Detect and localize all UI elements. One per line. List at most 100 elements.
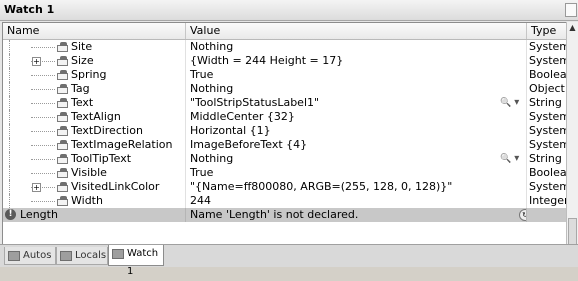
- row-name: Spring: [71, 68, 107, 81]
- type-cell: Integer: [527, 194, 567, 208]
- name-cell[interactable]: + Size: [3, 54, 186, 68]
- row-type: Boolean: [529, 166, 567, 179]
- tree-line: [9, 110, 11, 124]
- value-cell[interactable]: Nothing: [186, 40, 527, 54]
- name-cell[interactable]: Tag: [3, 82, 186, 96]
- row-value: Horizontal {1}: [190, 124, 271, 137]
- tab-label: Autos: [23, 250, 52, 261]
- name-cell[interactable]: Text: [3, 96, 186, 110]
- row-name: Size: [71, 54, 94, 67]
- table-row[interactable]: + Size {Width = 244 Height = 17} System.D: [3, 54, 567, 68]
- row-name: Site: [71, 40, 93, 53]
- table-row[interactable]: Visible True Boolean: [3, 166, 567, 180]
- bottom-tabs: Autos Locals Watch 1: [0, 244, 578, 277]
- table-row[interactable]: TextImageRelation ImageBeforeText {4} Syst…: [3, 138, 567, 152]
- window-title: Watch 1: [4, 3, 55, 16]
- row-name: Visible: [71, 166, 107, 179]
- expand-icon[interactable]: +: [32, 57, 41, 66]
- pin-icon[interactable]: [565, 3, 577, 17]
- property-icon: [57, 140, 69, 150]
- chevron-down-icon: ▾: [514, 153, 520, 164]
- row-value: {Width = 244 Height = 17}: [190, 54, 344, 67]
- name-cell[interactable]: ! Length: [3, 208, 186, 222]
- row-name: Tag: [71, 82, 90, 95]
- tab-locals[interactable]: Locals: [56, 247, 108, 265]
- name-cell[interactable]: + VisitedLinkColor: [3, 180, 186, 194]
- name-cell[interactable]: Visible: [3, 166, 186, 180]
- value-cell[interactable]: Name 'Length' is not declared. ↻: [186, 208, 527, 222]
- value-cell[interactable]: "ToolStripStatusLabel1" 🔍 ▾: [186, 96, 527, 110]
- visualizer-button[interactable]: 🔍 ▾: [500, 152, 519, 166]
- tab-watch-1[interactable]: Watch 1: [108, 245, 164, 277]
- row-type: Integer: [529, 194, 567, 207]
- table-row[interactable]: Text "ToolStripStatusLabel1" 🔍 ▾ String: [3, 96, 567, 110]
- tab-label: Locals: [75, 250, 107, 261]
- tree-line: [9, 54, 11, 68]
- tree-branch-line: [31, 103, 55, 105]
- column-header-value[interactable]: Value: [186, 23, 527, 39]
- name-cell[interactable]: ToolTipText: [3, 152, 186, 166]
- column-header-type[interactable]: Type: [527, 23, 567, 39]
- tree-branch-line: [31, 145, 55, 147]
- name-cell[interactable]: TextAlign: [3, 110, 186, 124]
- row-value: MiddleCenter {32}: [190, 110, 295, 123]
- column-header-name[interactable]: Name: [3, 23, 186, 39]
- window-titlebar: Watch 1: [0, 0, 578, 21]
- visualizer-button[interactable]: 🔍 ▾: [500, 96, 519, 110]
- value-cell[interactable]: "{Name=ff800080, ARGB=(255, 128, 0, 128)…: [186, 180, 527, 194]
- watch-grid: Name Value Type Site Nothing System.C + Size…: [2, 22, 568, 262]
- tree-line: [9, 68, 11, 82]
- row-value: Nothing: [190, 152, 234, 165]
- table-row[interactable]: TextAlign MiddleCenter {32} System.D: [3, 110, 567, 124]
- table-row[interactable]: Spring True Boolean: [3, 68, 567, 82]
- value-cell[interactable]: Horizontal {1}: [186, 124, 527, 138]
- tree-line: [9, 124, 11, 138]
- watch-window: Watch 1 Name Value Type Site Nothing Syste…: [0, 0, 578, 277]
- property-icon: [57, 182, 69, 192]
- table-row[interactable]: Width 244 Integer: [3, 194, 567, 208]
- scroll-up-icon[interactable]: ▲: [567, 22, 578, 34]
- tree-line: [9, 166, 11, 180]
- table-row[interactable]: TextDirection Horizontal {1} System.W: [3, 124, 567, 138]
- type-cell: System.D: [527, 54, 567, 68]
- tree-branch-line: [31, 131, 55, 133]
- tree-line: [9, 82, 11, 96]
- row-type: System.D: [529, 54, 567, 67]
- value-cell[interactable]: True: [186, 166, 527, 180]
- row-type: System.D: [529, 180, 567, 193]
- value-cell[interactable]: Nothing: [186, 82, 527, 96]
- name-cell[interactable]: Spring: [3, 68, 186, 82]
- tree-branch-line: [31, 159, 55, 161]
- property-icon: [57, 168, 69, 178]
- tree-branch-line: [31, 75, 55, 77]
- name-cell[interactable]: TextDirection: [3, 124, 186, 138]
- name-cell[interactable]: Width: [3, 194, 186, 208]
- row-type: Boolean: [529, 68, 567, 81]
- name-cell[interactable]: Site: [3, 40, 186, 54]
- name-cell[interactable]: TextImageRelation: [3, 138, 186, 152]
- tab-autos[interactable]: Autos: [4, 247, 56, 265]
- table-row[interactable]: + VisitedLinkColor "{Name=ff800080, ARGB=(…: [3, 180, 567, 194]
- vertical-scrollbar[interactable]: ▲ ▼: [566, 22, 578, 260]
- value-cell[interactable]: 244: [186, 194, 527, 208]
- table-row[interactable]: Tag Nothing Object: [3, 82, 567, 96]
- value-cell[interactable]: True: [186, 68, 527, 82]
- refresh-icon[interactable]: ↻: [519, 209, 526, 221]
- table-row[interactable]: Site Nothing System.C: [3, 40, 567, 54]
- expand-icon[interactable]: +: [32, 183, 41, 192]
- tree-branch-line: [31, 47, 55, 49]
- watch-error-row[interactable]: ! Length Name 'Length' is not declared. ↻: [3, 208, 567, 222]
- row-type: String: [529, 96, 562, 109]
- type-cell: Object: [527, 82, 567, 96]
- type-cell: System.C: [527, 40, 567, 54]
- property-icon: [57, 196, 69, 206]
- value-cell[interactable]: MiddleCenter {32}: [186, 110, 527, 124]
- value-cell[interactable]: {Width = 244 Height = 17}: [186, 54, 527, 68]
- table-row[interactable]: ToolTipText Nothing 🔍 ▾ String: [3, 152, 567, 166]
- row-type: System.W: [529, 124, 567, 137]
- value-cell[interactable]: Nothing 🔍 ▾: [186, 152, 527, 166]
- row-type: System.C: [529, 40, 567, 53]
- value-cell[interactable]: ImageBeforeText {4}: [186, 138, 527, 152]
- row-value: Nothing: [190, 82, 234, 95]
- autos-icon: [8, 251, 20, 261]
